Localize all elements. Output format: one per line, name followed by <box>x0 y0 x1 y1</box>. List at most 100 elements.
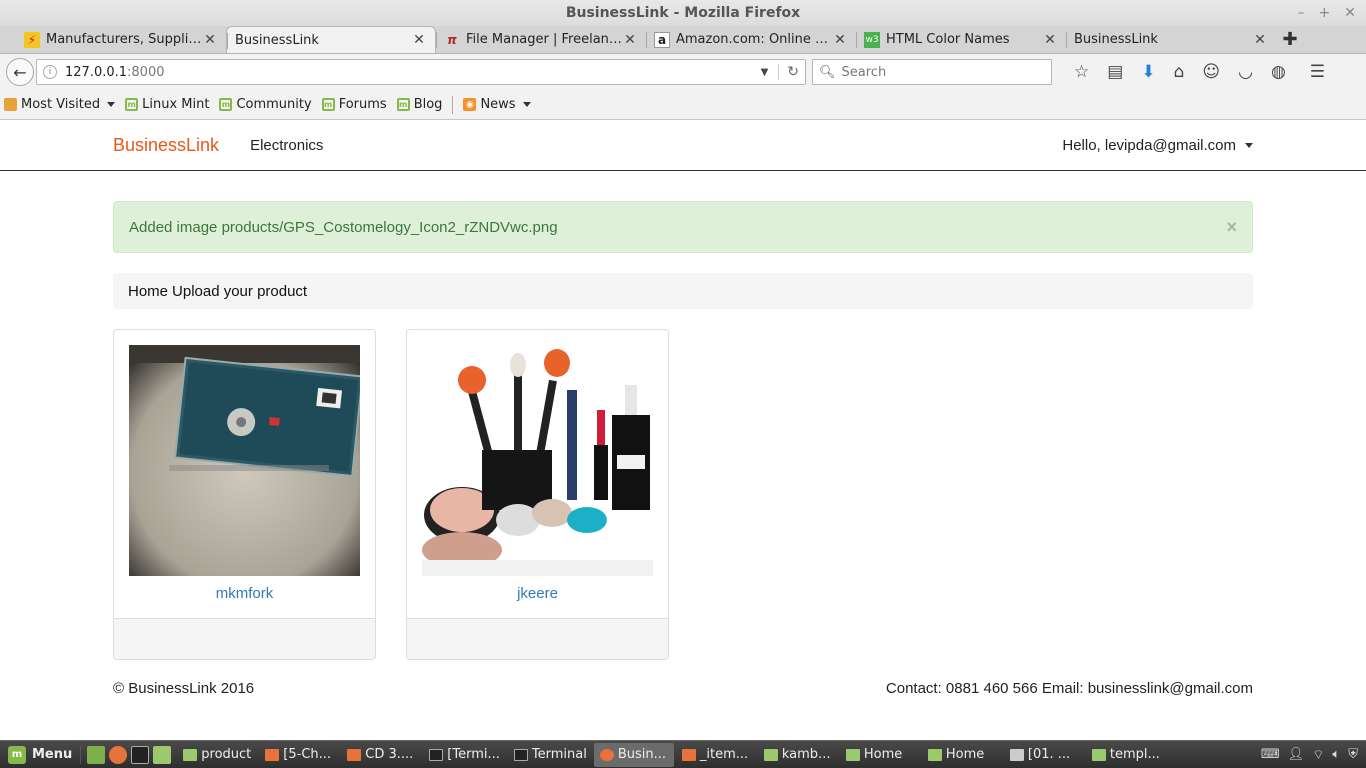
product-card-footer <box>114 618 375 659</box>
maximize-button[interactable]: + <box>1319 0 1331 26</box>
taskbar-window-kamb[interactable]: kamb... <box>758 743 838 767</box>
taskbar-window-video[interactable]: [01. ... <box>1004 743 1084 767</box>
shield-icon[interactable]: ⛨ <box>1348 747 1358 763</box>
tab-html-color-names[interactable]: w3 HTML Color Names ✕ <box>856 26 1066 53</box>
window-title: BusinessLink - Mozilla Firefox <box>565 5 801 21</box>
taskbar-window-templ[interactable]: templ... <box>1086 743 1166 767</box>
bookmark-label: Blog <box>413 97 443 112</box>
tab-label: Manufacturers, Supplie... <box>46 32 202 47</box>
bookmark-label: News <box>480 97 516 112</box>
product-name-link[interactable]: mkmfork <box>114 585 375 618</box>
tab-businesslink-active[interactable]: BusinessLink ✕ <box>226 26 436 53</box>
manufacturers-favicon-icon: ⚡ <box>24 31 40 48</box>
taskbar-window-firefox[interactable]: Busin... <box>593 742 674 767</box>
home-icon[interactable]: ⌂ <box>1174 62 1185 82</box>
tab-manufacturers[interactable]: ⚡ Manufacturers, Supplie... ✕ <box>16 26 226 53</box>
breadcrumb-home[interactable]: Home <box>128 283 168 300</box>
search-placeholder: Search <box>841 64 887 80</box>
site-navbar: BusinessLink Electronics Hello, levipda@… <box>0 120 1366 171</box>
bookmark-blog[interactable]: m Blog <box>396 97 443 112</box>
close-tab-icon[interactable]: ✕ <box>832 32 848 48</box>
product-name-link[interactable]: jkeere <box>407 585 668 618</box>
taskbar-window-terminal-1[interactable]: [Termi... <box>423 743 506 767</box>
taskbar-label: [Termi... <box>447 747 500 762</box>
tab-label: File Manager | Freelanc... <box>466 32 622 47</box>
site-brand-link[interactable]: BusinessLink <box>113 135 219 156</box>
taskbar-window-terminal-2[interactable]: Terminal <box>508 743 592 767</box>
tab-label: Amazon.com: Online S... <box>676 32 832 47</box>
nav-link-electronics[interactable]: Electronics <box>250 137 323 154</box>
tab-businesslink-2[interactable]: BusinessLink ✕ <box>1066 26 1276 53</box>
start-menu-button[interactable]: m Menu <box>0 745 80 764</box>
tab-strip: ⚡ Manufacturers, Supplie... ✕ BusinessLi… <box>0 26 1366 54</box>
reading-list-icon[interactable]: ▤ <box>1107 62 1123 82</box>
taskbar-window-product[interactable]: product <box>177 743 257 767</box>
bookmark-most-visited[interactable]: Most Visited <box>4 97 116 112</box>
alert-message: Added image products/GPS_Costomelogy_Ico… <box>129 218 558 236</box>
volume-icon[interactable]: 🔈︎ <box>1332 747 1340 763</box>
tab-file-manager[interactable]: π File Manager | Freelanc... ✕ <box>436 26 646 53</box>
user-icon[interactable]: 👤︎ <box>1288 747 1305 763</box>
download-icon[interactable]: ⬇ <box>1141 62 1155 82</box>
mint-logo-icon: m <box>8 745 26 764</box>
taskbar-window-home-2[interactable]: Home <box>922 743 1002 767</box>
close-tab-icon[interactable]: ✕ <box>202 32 218 48</box>
show-desktop-icon[interactable] <box>87 745 106 764</box>
tab-amazon[interactable]: a Amazon.com: Online S... ✕ <box>646 26 856 53</box>
hard-drive-photo[interactable] <box>129 345 364 576</box>
bookmark-community[interactable]: m Community <box>219 97 312 112</box>
files-launcher-icon[interactable] <box>153 745 172 764</box>
terminal-launcher-icon[interactable] <box>131 745 150 764</box>
system-tray: ⌨ 👤︎ ⌔ 🔈︎ ⛨ <box>1261 747 1366 763</box>
chat-icon[interactable]: ☺ <box>1202 62 1220 82</box>
wifi-icon[interactable]: ⌔ <box>1312 747 1324 763</box>
taskbar-window-cd3[interactable]: CD 3.... <box>341 743 421 767</box>
folder-icon <box>763 748 778 761</box>
bookmark-linux-mint[interactable]: m Linux Mint <box>125 97 209 112</box>
chevron-down-icon <box>522 102 531 107</box>
chevron-down-icon <box>1245 142 1253 148</box>
product-card: mkmfork <box>113 329 376 660</box>
tab-label: HTML Color Names <box>886 32 1010 47</box>
bookmark-forums[interactable]: m Forums <box>321 97 387 112</box>
reload-icon[interactable]: ↻ <box>778 64 799 80</box>
user-menu-dropdown[interactable]: Hello, levipda@gmail.com <box>1062 137 1253 154</box>
minimize-button[interactable]: – <box>1298 0 1305 26</box>
taskbar-window-item[interactable]: _item... <box>676 743 756 767</box>
url-bar[interactable]: i 127.0.0.1 :8000 ▼ ↻ <box>36 59 806 85</box>
taskbar-label: Terminal <box>531 747 587 762</box>
close-tab-icon[interactable]: ✕ <box>1252 32 1268 48</box>
search-icon: 🔍︎ <box>819 64 836 80</box>
url-host: 127.0.0.1 <box>65 64 128 80</box>
close-window-button[interactable]: ✕ <box>1344 0 1356 26</box>
tab-label: BusinessLink <box>1074 32 1158 47</box>
new-tab-button[interactable]: ✚ <box>1276 26 1304 53</box>
makeup-brushes-photo[interactable] <box>422 345 653 576</box>
terminal-icon <box>429 748 444 761</box>
taskbar-window-home-1[interactable]: Home <box>840 743 920 767</box>
close-tab-icon[interactable]: ✕ <box>622 32 638 48</box>
firefox-launcher-icon[interactable] <box>109 745 128 764</box>
alert-close-icon[interactable]: × <box>1226 217 1237 238</box>
url-dropdown-icon[interactable]: ▼ <box>761 67 769 78</box>
hamburger-menu-icon[interactable]: ☰ <box>1310 62 1325 82</box>
keyboard-icon[interactable]: ⌨ <box>1261 747 1280 763</box>
breadcrumb-current: Upload your product <box>172 282 308 300</box>
taskbar-window-5-ch[interactable]: [5-Ch... <box>259 743 339 767</box>
close-tab-icon[interactable]: ✕ <box>1042 32 1058 48</box>
bookmark-star-icon[interactable]: ☆ <box>1074 62 1089 82</box>
taskbar-label: CD 3.... <box>365 747 414 762</box>
firefox-icon <box>599 748 614 761</box>
pocket-icon[interactable]: ◡ <box>1238 62 1253 82</box>
bookmark-label: Community <box>236 97 312 112</box>
close-tab-icon[interactable]: ✕ <box>411 32 427 48</box>
w3-favicon-icon: w3 <box>864 31 880 48</box>
window-controls: – + ✕ <box>1298 0 1356 26</box>
folder-icon <box>4 98 17 111</box>
back-button[interactable]: ← <box>6 58 34 86</box>
site-info-icon[interactable]: i <box>43 65 57 79</box>
search-input[interactable]: 🔍︎ Search <box>812 59 1052 85</box>
window-titlebar: BusinessLink - Mozilla Firefox – + ✕ <box>0 0 1366 26</box>
bookmark-news[interactable]: ◉ News <box>463 97 531 112</box>
vpn-globe-icon[interactable]: ◍ <box>1271 62 1286 82</box>
